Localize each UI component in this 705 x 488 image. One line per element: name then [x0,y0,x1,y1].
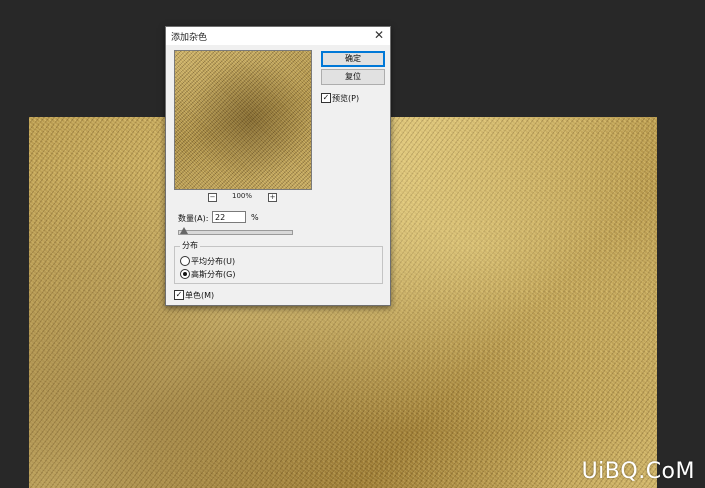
uniform-radio-label: 平均分布(U) [191,257,236,266]
amount-label: 数量(A): [178,214,209,223]
preview-checkbox[interactable]: ✓ [321,93,331,103]
noise-preview-thumbnail[interactable] [174,50,312,190]
zoom-level-readout: 100% [232,192,253,200]
dialog-title: 添加杂色 [171,33,208,43]
ok-button[interactable]: 确定 [321,51,385,67]
monochrome-checkbox-label: 单色(M) [185,291,215,300]
zoom-in-button[interactable]: + [268,193,277,202]
amount-input[interactable]: 22 [212,211,246,223]
close-icon[interactable]: ✕ [372,28,386,43]
zoom-out-button[interactable]: − [208,193,217,202]
amount-slider-thumb[interactable] [180,227,189,234]
add-noise-dialog: 添加杂色 ✕ − 100% + 确定 复位 ✓ 预览(P) 数量(A): 22 … [165,26,391,306]
dialog-titlebar[interactable]: 添加杂色 ✕ [166,27,390,45]
reset-button[interactable]: 复位 [321,69,385,85]
gaussian-radio[interactable] [180,269,190,279]
gaussian-radio-label: 高斯分布(G) [191,270,236,279]
monochrome-checkbox[interactable]: ✓ [174,290,184,300]
distribution-group-label: 分布 [180,240,200,251]
site-watermark: UiBQ.CoM [581,459,695,484]
preview-checkbox-label: 预览(P) [332,94,360,103]
amount-unit: % [251,213,259,222]
amount-slider-track[interactable] [178,230,293,235]
preview-zoom-controls: − 100% + [166,192,322,204]
uniform-radio[interactable] [180,256,190,266]
